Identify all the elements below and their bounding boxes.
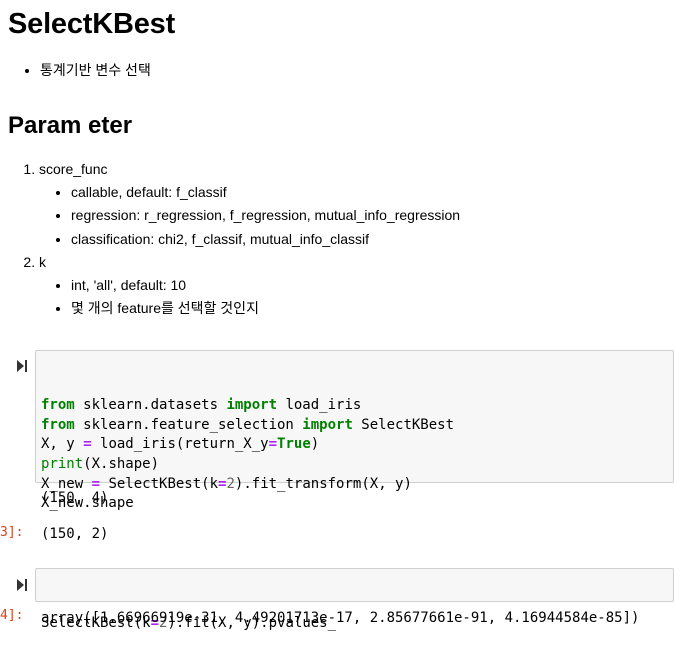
cell-stdout: (150, 4) — [41, 490, 109, 506]
output-prompt: 3]: — [0, 525, 24, 540]
param-label: k — [39, 254, 46, 270]
code-token: SelectKBest(k — [100, 475, 219, 492]
code-token: (X.shape) — [83, 455, 160, 472]
code-line: X_new.shape — [41, 494, 668, 514]
code-token: X, y — [41, 436, 84, 453]
code-token: print — [41, 455, 84, 472]
code-line: print(X.shape) — [41, 455, 668, 475]
code-line: from sklearn.datasets import load_iris — [41, 396, 668, 416]
param-sub-item: 몇 개의 feature를 선택할 것인지 — [71, 297, 460, 321]
param-item-score-func: score_func callable, default: f_classif … — [39, 158, 460, 251]
parameter-heading: Param eter — [8, 112, 133, 139]
intro-list: 통계기반 변수 선택 — [22, 60, 151, 80]
code-token: import — [226, 397, 278, 414]
output-prompt: 4]: — [0, 608, 24, 623]
code-token: = — [268, 436, 278, 453]
code-token: = — [83, 436, 92, 453]
code-token: ) — [310, 436, 320, 453]
parameter-list: score_func callable, default: f_classif … — [20, 158, 460, 321]
code-token: ).fit_transform(X, y) — [234, 475, 412, 492]
param-sub-item: classification: chi2, f_classif, mutual_… — [71, 228, 460, 252]
code-token: from — [41, 416, 75, 433]
cell-result: array([1.66966919e-31, 4.49201713e-17, 2… — [41, 610, 640, 626]
param-label: score_func — [39, 161, 108, 177]
code-editor[interactable]: from sklearn.datasets import load_iris fr… — [41, 396, 668, 514]
code-line: X, y = load_iris(return_X_y=True) — [41, 435, 668, 455]
code-line: X_new = SelectKBest(k=2).fit_transform(X… — [41, 475, 668, 495]
param-sub-item: regression: r_regression, f_regression, … — [71, 204, 460, 228]
code-token: sklearn.feature_selection — [74, 416, 303, 433]
run-cell-icon[interactable] — [16, 578, 28, 592]
code-token: import — [302, 416, 353, 433]
param-item-k: k int, 'all', default: 10 몇 개의 feature를 … — [39, 251, 460, 321]
code-token: from — [41, 397, 75, 414]
run-cell-icon[interactable] — [16, 359, 28, 373]
code-token: SelectKBest — [352, 416, 455, 433]
code-token: load_iris — [277, 397, 362, 414]
code-token: load_iris(return_X_y — [91, 436, 269, 453]
code-cell-input[interactable]: SelectKBest(k=2).fit(X, y).pvalues_ — [35, 568, 674, 631]
param-sub-item: callable, default: f_classif — [71, 181, 460, 205]
code-token: sklearn.datasets — [74, 397, 227, 414]
cell-result: (150, 2) — [41, 526, 109, 542]
code-cell-input[interactable]: from sklearn.datasets import load_iris fr… — [35, 350, 674, 511]
param-sub-item: int, 'all', default: 10 — [71, 274, 460, 298]
code-token: True — [277, 436, 311, 453]
markdown-title: SelectKBest — [8, 8, 176, 40]
code-line: from sklearn.feature_selection import Se… — [41, 416, 668, 436]
intro-item: 통계기반 변수 선택 — [40, 60, 151, 80]
code-token: 2 — [226, 475, 235, 492]
